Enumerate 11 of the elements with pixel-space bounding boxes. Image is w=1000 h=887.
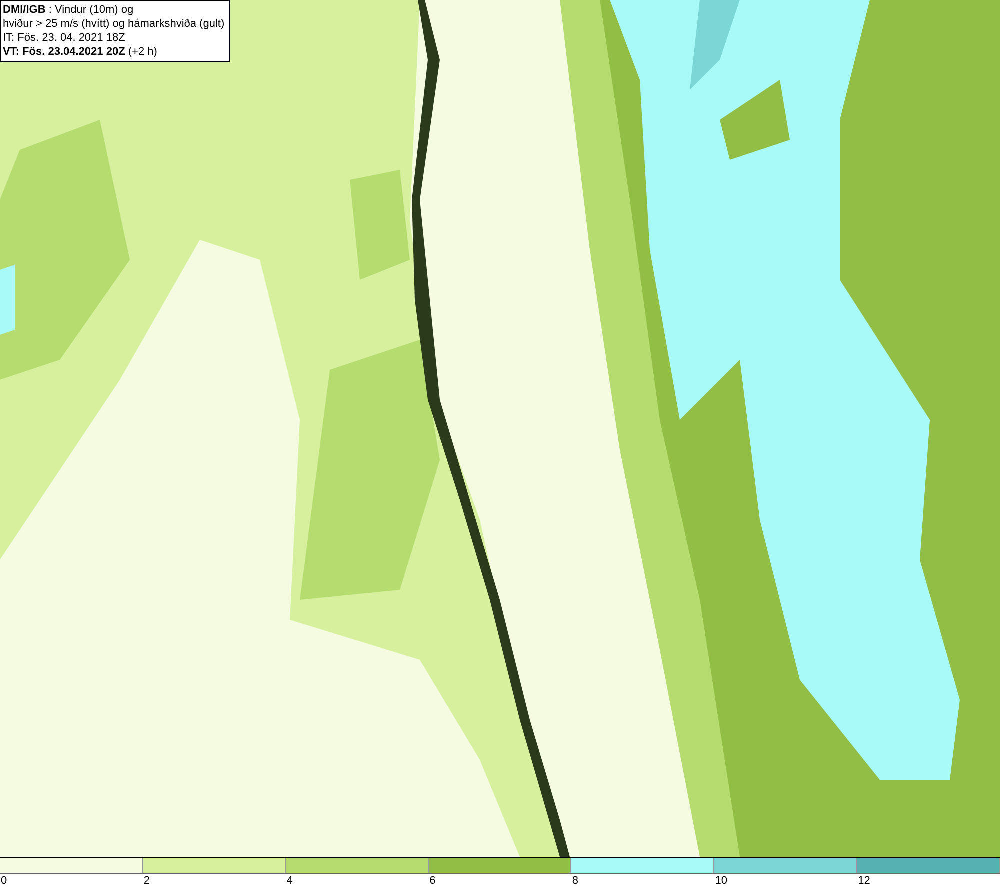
legend-label: 2: [142, 875, 150, 887]
info-text: hviður > 25 m/s (hvítt) og hámarkshviða (gult): [3, 17, 225, 31]
info-text: DMI/IGB : Vindur (10m) og: [3, 3, 135, 17]
legend-label: 0: [0, 875, 8, 887]
legend-label: 8: [571, 875, 579, 887]
legend-label: 4: [286, 875, 293, 887]
info-text: VT: Fös. 23.04.2021 20Z (+2 h): [3, 45, 158, 59]
legend-label: 10: [714, 875, 728, 887]
legend-label: 12: [857, 875, 870, 887]
info-text: IT: Fös. 23. 04. 2021 18Z: [3, 31, 126, 45]
legend-label: 6: [428, 875, 436, 887]
